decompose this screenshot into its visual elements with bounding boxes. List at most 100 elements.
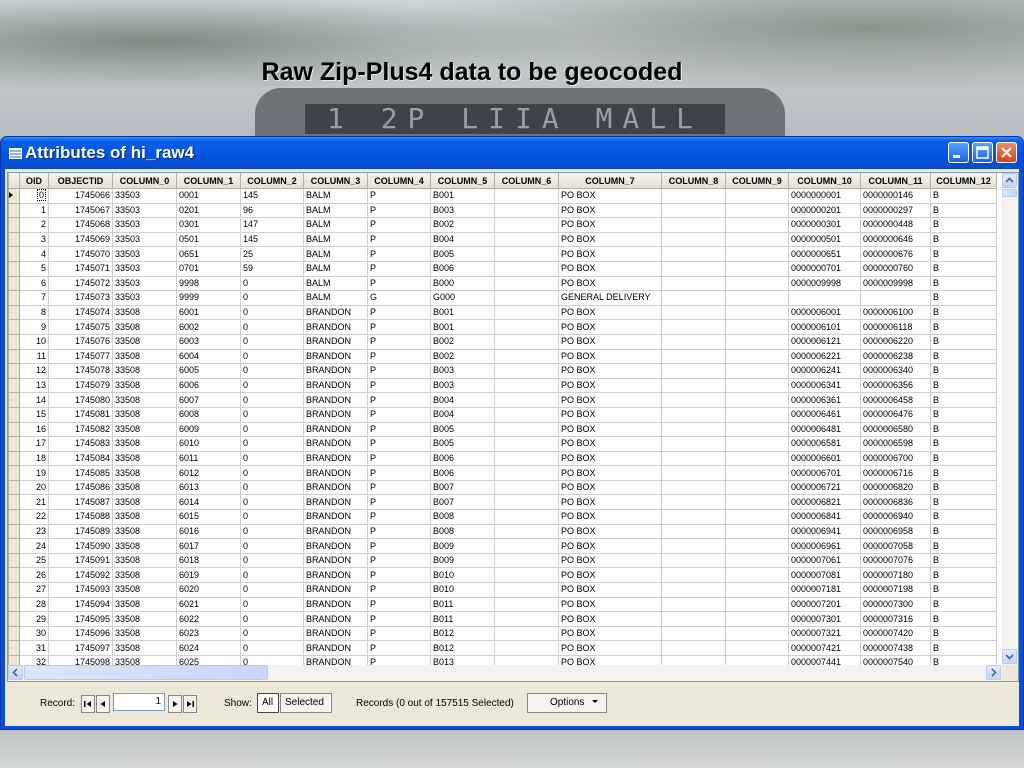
table-cell[interactable]: PO BOX: [558, 655, 662, 665]
table-cell[interactable]: 1745091: [48, 552, 113, 569]
table-cell[interactable]: [494, 640, 559, 656]
table-cell[interactable]: [494, 406, 559, 423]
row-selector[interactable]: [8, 304, 20, 321]
table-row[interactable]: 30 1745096 33508 6023 0 BRANDON P B012 PO BOX 000…: [8, 625, 997, 642]
table-cell[interactable]: 0000007061: [788, 552, 861, 569]
table-cell[interactable]: [494, 348, 559, 365]
table-cell[interactable]: PO BOX: [558, 567, 662, 584]
table-cell[interactable]: BRANDON: [303, 596, 368, 613]
table-cell[interactable]: 0000006221: [788, 348, 861, 365]
table-cell[interactable]: [725, 348, 789, 365]
table-cell[interactable]: [494, 509, 559, 525]
table-cell[interactable]: B: [930, 582, 997, 598]
table-cell[interactable]: 0: [19, 188, 49, 204]
table-cell[interactable]: 0: [240, 290, 304, 306]
table-cell[interactable]: [661, 275, 726, 292]
table-cell[interactable]: 1: [19, 202, 49, 219]
table-cell[interactable]: 0: [240, 479, 304, 496]
table-cell[interactable]: [725, 582, 789, 598]
table-cell[interactable]: 0000006238: [860, 348, 931, 365]
table-cell[interactable]: 6004: [176, 348, 241, 365]
row-selector[interactable]: [8, 217, 20, 233]
table-row[interactable]: 27 1745093 33508 6020 0 BRANDON P B010 PO BOX 000…: [8, 582, 997, 598]
table-cell[interactable]: PO BOX: [558, 348, 662, 365]
table-cell[interactable]: 33508: [112, 552, 177, 569]
table-row[interactable]: 2 1745068 33503 0301 147 BALM P B002 PO BOX 00000…: [8, 217, 997, 233]
table-cell[interactable]: [725, 465, 789, 481]
table-cell[interactable]: P: [367, 348, 431, 365]
table-cell[interactable]: [494, 655, 559, 665]
table-cell[interactable]: B013: [430, 655, 495, 665]
table-cell[interactable]: 6023: [176, 625, 241, 642]
column-header[interactable]: COLUMN_4: [367, 173, 431, 189]
table-cell[interactable]: PO BOX: [558, 304, 662, 321]
row-selector[interactable]: [8, 465, 20, 481]
table-cell[interactable]: [725, 494, 789, 511]
table-cell[interactable]: BRANDON: [303, 538, 368, 554]
table-cell[interactable]: PO BOX: [558, 538, 662, 554]
table-cell[interactable]: 1745082: [48, 421, 113, 438]
table-cell[interactable]: PO BOX: [558, 509, 662, 525]
table-cell[interactable]: B: [930, 304, 997, 321]
table-cell[interactable]: 0000006361: [788, 392, 861, 408]
table-cell[interactable]: 6002: [176, 319, 241, 335]
table-cell[interactable]: [661, 596, 726, 613]
table-cell[interactable]: B: [930, 611, 997, 627]
table-cell[interactable]: [661, 377, 726, 394]
table-cell[interactable]: B007: [430, 494, 495, 511]
table-cell[interactable]: BALM: [303, 290, 368, 306]
table-cell[interactable]: 1745086: [48, 479, 113, 496]
table-cell[interactable]: BRANDON: [303, 421, 368, 438]
row-selector[interactable]: [8, 348, 20, 365]
table-cell[interactable]: 0: [240, 523, 304, 540]
table-cell[interactable]: 0: [240, 538, 304, 554]
table-cell[interactable]: BRANDON: [303, 465, 368, 481]
table-cell[interactable]: 1745070: [48, 246, 113, 262]
table-cell[interactable]: 29: [19, 611, 49, 627]
table-cell[interactable]: 1745094: [48, 596, 113, 613]
row-selector[interactable]: [8, 363, 20, 379]
maximize-button[interactable]: [972, 142, 993, 163]
column-header[interactable]: COLUMN_8: [661, 173, 726, 189]
table-cell[interactable]: PO BOX: [558, 188, 662, 204]
table-cell[interactable]: 33508: [112, 640, 177, 656]
table-cell[interactable]: [661, 421, 726, 438]
table-cell[interactable]: 0000006461: [788, 406, 861, 423]
table-cell[interactable]: 25: [240, 246, 304, 262]
table-cell[interactable]: 0001: [176, 188, 241, 204]
table-cell[interactable]: [494, 538, 559, 554]
table-cell[interactable]: B010: [430, 567, 495, 584]
column-header[interactable]: COLUMN_0: [112, 173, 177, 189]
table-cell[interactable]: 32: [19, 655, 49, 665]
table-cell[interactable]: BRANDON: [303, 436, 368, 452]
table-cell[interactable]: 0: [240, 275, 304, 292]
table-cell[interactable]: B003: [430, 377, 495, 394]
table-cell[interactable]: PO BOX: [558, 611, 662, 627]
row-selector[interactable]: [8, 421, 20, 438]
table-cell[interactable]: 1745079: [48, 377, 113, 394]
table-cell[interactable]: BALM: [303, 217, 368, 233]
table-cell[interactable]: 0000009998: [860, 275, 931, 292]
table-cell[interactable]: B005: [430, 246, 495, 262]
table-cell[interactable]: [725, 509, 789, 525]
table-cell[interactable]: 0000006118: [860, 319, 931, 335]
scroll-down-button[interactable]: [1002, 649, 1017, 664]
table-cell[interactable]: 0651: [176, 246, 241, 262]
table-cell[interactable]: B: [930, 567, 997, 584]
table-cell[interactable]: 33503: [112, 246, 177, 262]
table-cell[interactable]: P: [367, 231, 431, 248]
table-cell[interactable]: 6020: [176, 582, 241, 598]
table-cell[interactable]: 33508: [112, 406, 177, 423]
table-cell[interactable]: PO BOX: [558, 640, 662, 656]
table-row[interactable]: 21 1745087 33508 6014 0 BRANDON P B007 PO BOX 000…: [8, 494, 997, 511]
table-cell[interactable]: 0000006841: [788, 509, 861, 525]
table-cell[interactable]: BALM: [303, 188, 368, 204]
table-cell[interactable]: 33508: [112, 596, 177, 613]
minimize-button[interactable]: [948, 142, 969, 163]
table-cell[interactable]: PO BOX: [558, 202, 662, 219]
table-cell[interactable]: 0: [240, 611, 304, 627]
column-header[interactable]: COLUMN_11: [860, 173, 931, 189]
table-cell[interactable]: 33508: [112, 348, 177, 365]
row-selector[interactable]: [8, 538, 20, 554]
table-cell[interactable]: BRANDON: [303, 494, 368, 511]
